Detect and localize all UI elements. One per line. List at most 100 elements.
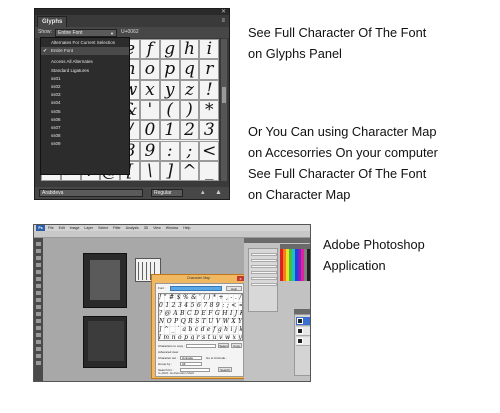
tool-icon[interactable] (36, 340, 41, 344)
groupby-select[interactable]: All (180, 362, 202, 366)
search-button[interactable]: Search (218, 367, 232, 372)
help-button[interactable]: Help (226, 286, 242, 291)
glyph-cell[interactable]: q (179, 59, 200, 80)
glyph-cell[interactable]: < (199, 140, 220, 161)
font-select[interactable] (170, 286, 222, 291)
glyph-cell[interactable]: r (199, 59, 220, 80)
menu-item[interactable]: Standard Ligatures (41, 67, 129, 75)
glyph-cell[interactable]: _ (199, 160, 220, 182)
document-window[interactable] (83, 253, 127, 308)
character-field[interactable] (251, 271, 277, 274)
menu-item[interactable]: Window (166, 226, 178, 230)
menu-item[interactable]: Analysis (126, 226, 139, 230)
menu-item[interactable]: Entire Font (41, 47, 129, 56)
glyph-cell[interactable]: \ (140, 160, 160, 182)
glyph-cell[interactable]: ; (179, 140, 200, 161)
menu-item[interactable]: ss09 (41, 140, 129, 148)
menu-item[interactable]: ss01 (41, 75, 129, 83)
menu-item[interactable]: ss04 (41, 99, 129, 107)
glyph-scrollbar[interactable] (221, 39, 227, 181)
character-field[interactable] (251, 265, 277, 268)
advanced-view-checkbox[interactable]: Advanced view (158, 350, 178, 354)
tool-icon[interactable] (36, 361, 41, 365)
glyph-cell[interactable]: f (140, 39, 160, 60)
glyph-cell[interactable]: 9 (140, 140, 160, 161)
menu-item[interactable]: Select (98, 226, 108, 230)
glyph-cell[interactable]: ^ (179, 160, 200, 182)
character-field[interactable] (251, 259, 277, 262)
glyph-cell[interactable]: h (179, 39, 200, 60)
glyph-cell[interactable]: 0 (140, 120, 160, 141)
menu-item[interactable]: View (153, 226, 161, 230)
tool-icon[interactable] (36, 305, 41, 309)
menu-item[interactable]: Edit (59, 226, 65, 230)
menu-item[interactable]: ss07 (41, 124, 129, 132)
menu-item[interactable]: Help (183, 226, 190, 230)
copy-button[interactable]: Copy (231, 343, 242, 348)
zoom-in-icon[interactable]: ▲ (215, 188, 222, 197)
glyph-cell[interactable]: y (159, 79, 180, 100)
menu-item[interactable]: Layer (84, 226, 93, 230)
layer-row[interactable] (296, 337, 310, 346)
tool-icon[interactable] (36, 263, 41, 267)
glyph-cell[interactable]: i (199, 39, 220, 60)
layer-row[interactable] (296, 317, 310, 326)
charset-select[interactable]: Unicode (180, 356, 202, 360)
tool-icon[interactable] (36, 277, 41, 281)
glyph-cell[interactable]: x (140, 79, 160, 100)
tool-icon[interactable] (36, 291, 41, 295)
glyph-cell[interactable]: ' (140, 99, 160, 121)
glyph-cell[interactable]: z (179, 79, 200, 100)
tool-icon[interactable] (36, 249, 41, 253)
glyph-cell[interactable]: ( (159, 99, 180, 121)
menu-item[interactable]: ss05 (41, 108, 129, 116)
swatches-panel[interactable] (280, 249, 310, 281)
glyph-cell[interactable]: p (159, 59, 180, 80)
character-field[interactable] (251, 277, 277, 280)
font-style-select[interactable]: Regular (151, 189, 183, 197)
document-window[interactable] (83, 316, 127, 368)
select-button[interactable]: Select (218, 343, 229, 348)
glyph-cell[interactable]: 3 (199, 120, 220, 141)
menu-item[interactable]: ss03 (41, 91, 129, 99)
tool-icon[interactable] (36, 333, 41, 337)
menu-item[interactable]: ss06 (41, 116, 129, 124)
menu-item[interactable]: ss08 (41, 132, 129, 140)
tool-icon[interactable] (36, 326, 41, 330)
character-grid[interactable]: ! " # $ % & ' ( ) * + , - . /0 1 2 3 4 5… (158, 293, 243, 341)
glyph-cell[interactable]: ) (179, 99, 200, 121)
panel-menu-icon[interactable]: ≡ (221, 18, 225, 24)
font-family-select[interactable]: Arabdeva (39, 189, 143, 197)
zoom-out-icon[interactable]: ▴ (201, 188, 205, 197)
glyph-cell[interactable]: o (140, 59, 160, 80)
close-icon[interactable]: ✕ (221, 9, 226, 15)
glyph-cell[interactable]: ] (159, 160, 180, 182)
tool-icon[interactable] (36, 270, 41, 274)
glyph-cell[interactable]: 2 (179, 120, 200, 141)
menu-item[interactable]: Access All Alternates (41, 58, 129, 66)
glyph-cell[interactable]: : (159, 140, 180, 161)
tool-icon[interactable] (36, 347, 41, 351)
menu-item[interactable]: Alternates For Current Selection (41, 39, 129, 47)
menu-item[interactable]: 3D (144, 226, 148, 230)
tool-icon[interactable] (36, 298, 41, 302)
glyph-cell[interactable]: ! (199, 79, 220, 100)
character-field[interactable] (251, 253, 277, 256)
character-field[interactable] (251, 283, 277, 286)
tool-icon[interactable] (36, 319, 41, 323)
tab-glyphs[interactable]: Glyphs (37, 16, 68, 27)
close-button[interactable]: x (237, 276, 244, 281)
tool-icon[interactable] (36, 284, 41, 288)
menu-item[interactable]: Filter (113, 226, 121, 230)
tool-icon[interactable] (36, 312, 41, 316)
menu-item[interactable]: ss02 (41, 83, 129, 91)
glyph-cell[interactable]: * (199, 99, 220, 121)
tool-icon[interactable] (36, 242, 41, 246)
glyph-cell[interactable]: 1 (159, 120, 180, 141)
scrollbar-thumb[interactable] (222, 87, 226, 103)
show-select[interactable]: Entire Font ▼ (55, 29, 117, 37)
tool-icon[interactable] (36, 354, 41, 358)
menu-item[interactable]: Image (70, 226, 80, 230)
copy-field[interactable] (186, 344, 216, 348)
tool-icon[interactable] (36, 256, 41, 260)
